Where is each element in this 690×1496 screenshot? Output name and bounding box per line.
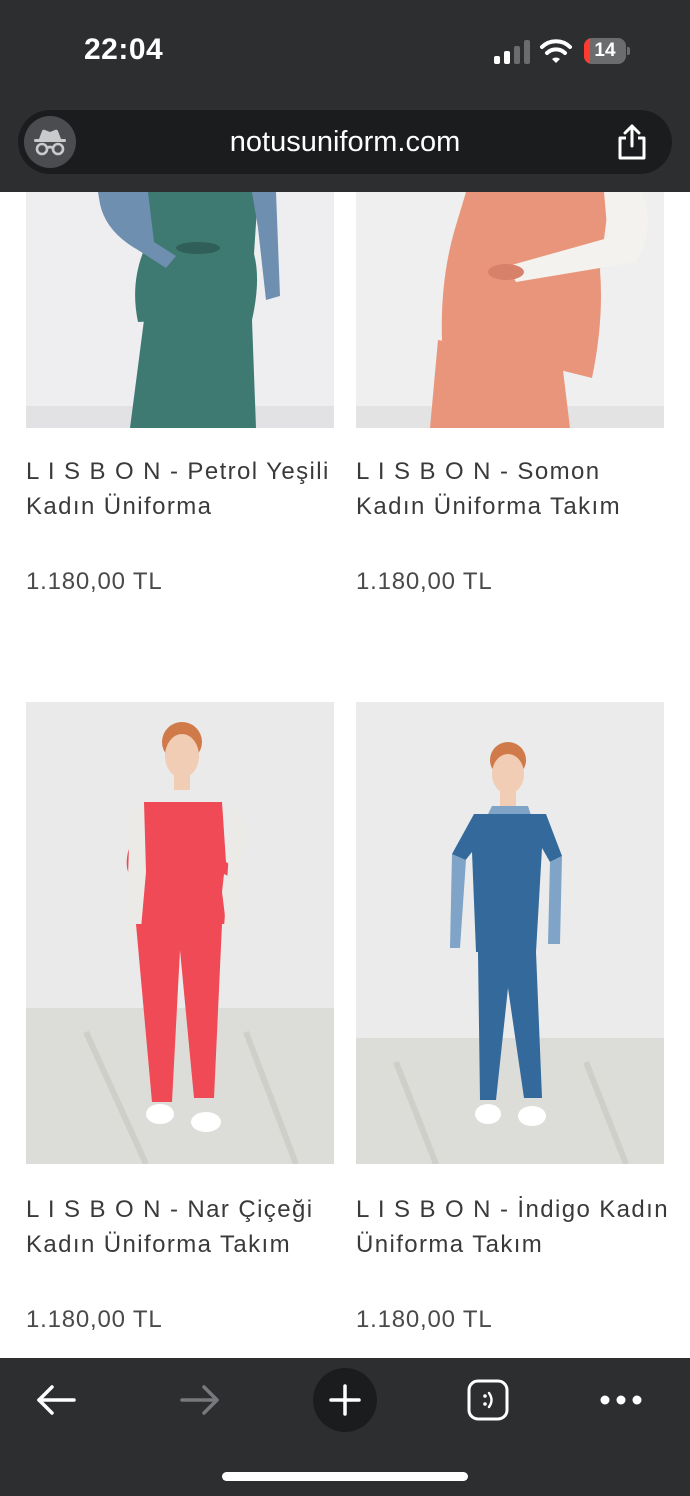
product-title[interactable]: L I S B O N - Petrol Yeşili Kadın Ünifor… [26, 454, 346, 524]
cellular-signal-icon [494, 40, 530, 64]
product-title[interactable]: L I S B O N - Somon Kadın Üniforma Takım [356, 454, 676, 524]
share-icon[interactable] [612, 122, 652, 162]
wifi-icon [540, 39, 572, 63]
back-arrow-icon[interactable] [24, 1368, 88, 1432]
address-bar[interactable]: notusuniform.com [18, 110, 672, 174]
product-grid: L I S B O N - Petrol Yeşili Kadın Ünifor… [0, 192, 690, 1358]
product-price: 1.180,00 TL [26, 568, 163, 595]
home-indicator [222, 1472, 468, 1481]
forward-arrow-icon[interactable] [168, 1368, 232, 1432]
product-title[interactable]: L I S B O N - İndigo Kadın Üniforma Takı… [356, 1192, 676, 1262]
battery-icon: 14 [584, 38, 630, 64]
product-image[interactable] [356, 702, 664, 1164]
tabs-icon[interactable] [456, 1368, 520, 1432]
product-price: 1.180,00 TL [356, 1306, 493, 1333]
url-text[interactable]: notusuniform.com [108, 110, 582, 174]
more-icon[interactable] [589, 1368, 653, 1432]
product-image[interactable] [356, 192, 664, 428]
product-price: 1.180,00 TL [356, 568, 493, 595]
incognito-icon[interactable] [24, 116, 76, 168]
status-time: 22:04 [84, 33, 164, 66]
battery-percentage: 14 [594, 40, 616, 61]
product-image[interactable] [26, 192, 334, 428]
browser-top-bar: 22:04 14 notusuniform.com [0, 0, 690, 192]
browser-toolbar [0, 1358, 690, 1496]
plus-icon[interactable] [313, 1368, 377, 1432]
product-image[interactable] [26, 702, 334, 1164]
product-price: 1.180,00 TL [26, 1306, 163, 1333]
product-title[interactable]: L I S B O N - Nar Çiçeği Kadın Üniforma … [26, 1192, 346, 1262]
